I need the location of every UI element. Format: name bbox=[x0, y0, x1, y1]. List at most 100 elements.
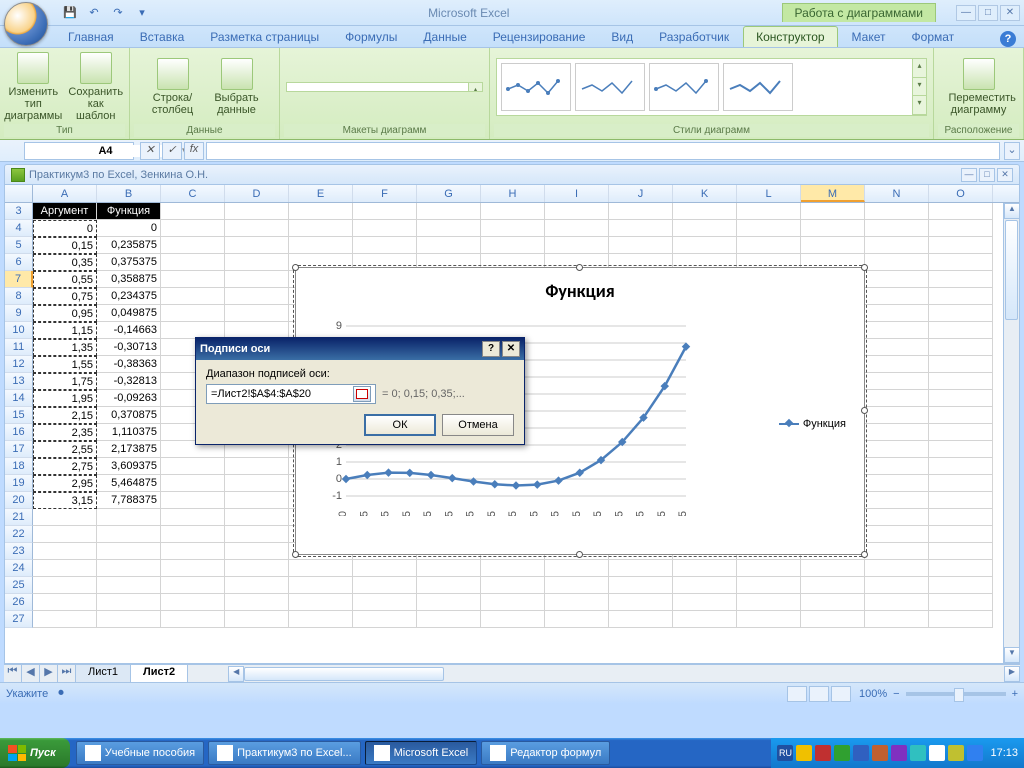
cell[interactable]: 2,55 bbox=[33, 441, 97, 458]
row-header[interactable]: 6 bbox=[5, 254, 33, 271]
cell[interactable] bbox=[865, 560, 929, 577]
row-header[interactable]: 3 bbox=[5, 203, 33, 220]
select-all-corner[interactable] bbox=[5, 185, 33, 202]
cell[interactable]: -0,09263 bbox=[97, 390, 161, 407]
cell[interactable] bbox=[673, 577, 737, 594]
chart-styles-gallery[interactable]: ▴▾▾ bbox=[496, 58, 927, 116]
cell[interactable] bbox=[161, 237, 225, 254]
row-header[interactable]: 13 bbox=[5, 373, 33, 390]
cell[interactable] bbox=[737, 560, 801, 577]
cell[interactable] bbox=[929, 271, 993, 288]
cell[interactable] bbox=[417, 237, 481, 254]
cell[interactable] bbox=[545, 203, 609, 220]
cell[interactable] bbox=[225, 305, 289, 322]
cell[interactable] bbox=[33, 543, 97, 560]
row-header[interactable]: 15 bbox=[5, 407, 33, 424]
cell[interactable] bbox=[225, 543, 289, 560]
cell[interactable] bbox=[929, 305, 993, 322]
cell[interactable] bbox=[161, 458, 225, 475]
fx-icon[interactable]: fx bbox=[184, 142, 204, 160]
zoom-out-icon[interactable]: − bbox=[893, 688, 899, 700]
first-sheet-icon[interactable]: ⏮ bbox=[4, 665, 22, 682]
cell[interactable] bbox=[33, 611, 97, 628]
cell[interactable] bbox=[161, 288, 225, 305]
cell[interactable] bbox=[929, 492, 993, 509]
cell[interactable] bbox=[929, 424, 993, 441]
cell[interactable] bbox=[417, 203, 481, 220]
cell[interactable] bbox=[865, 356, 929, 373]
cell[interactable] bbox=[545, 560, 609, 577]
cell[interactable] bbox=[161, 577, 225, 594]
cell[interactable] bbox=[801, 560, 865, 577]
last-sheet-icon[interactable]: ⏭ bbox=[58, 665, 76, 682]
cell[interactable] bbox=[801, 611, 865, 628]
cell[interactable] bbox=[673, 594, 737, 611]
cell[interactable] bbox=[865, 339, 929, 356]
cell[interactable] bbox=[161, 509, 225, 526]
cell[interactable] bbox=[161, 254, 225, 271]
cell[interactable]: 0 bbox=[33, 220, 97, 237]
cell[interactable] bbox=[609, 577, 673, 594]
cell[interactable] bbox=[865, 577, 929, 594]
vertical-scrollbar[interactable]: ▲▼ bbox=[1003, 203, 1019, 663]
cell[interactable] bbox=[865, 305, 929, 322]
cell[interactable] bbox=[161, 475, 225, 492]
horizontal-scrollbar[interactable]: ◀▶ bbox=[228, 665, 1020, 682]
qat-customize-icon[interactable]: ▾ bbox=[132, 3, 152, 23]
cell[interactable] bbox=[161, 492, 225, 509]
row-header[interactable]: 22 bbox=[5, 526, 33, 543]
chart-layouts-gallery[interactable]: ▴▾▾ bbox=[286, 82, 483, 92]
cell[interactable] bbox=[353, 220, 417, 237]
row-header[interactable]: 27 bbox=[5, 611, 33, 628]
cell[interactable]: 1,110375 bbox=[97, 424, 161, 441]
taskbar-item[interactable]: Учебные пособия bbox=[76, 741, 204, 765]
cell[interactable] bbox=[737, 237, 801, 254]
cell[interactable] bbox=[737, 594, 801, 611]
row-header[interactable]: 24 bbox=[5, 560, 33, 577]
cell[interactable] bbox=[865, 271, 929, 288]
redo-icon[interactable]: ↷ bbox=[108, 3, 128, 23]
cell[interactable] bbox=[97, 526, 161, 543]
col-header[interactable]: O bbox=[929, 185, 993, 202]
cell[interactable] bbox=[97, 611, 161, 628]
cell[interactable] bbox=[929, 322, 993, 339]
cell[interactable] bbox=[609, 594, 673, 611]
cell[interactable] bbox=[417, 220, 481, 237]
cell[interactable] bbox=[289, 560, 353, 577]
cell[interactable] bbox=[673, 220, 737, 237]
cell[interactable] bbox=[225, 288, 289, 305]
cell[interactable] bbox=[865, 611, 929, 628]
row-header[interactable]: 5 bbox=[5, 237, 33, 254]
cell[interactable]: 0,15 bbox=[33, 237, 97, 254]
col-header[interactable]: M bbox=[801, 185, 865, 202]
col-header[interactable]: A bbox=[33, 185, 97, 202]
tray-icon[interactable] bbox=[929, 745, 945, 761]
cell[interactable] bbox=[609, 611, 673, 628]
cell[interactable] bbox=[417, 611, 481, 628]
cell[interactable] bbox=[225, 271, 289, 288]
cell[interactable] bbox=[33, 594, 97, 611]
tab-Формулы[interactable]: Формулы bbox=[333, 27, 409, 47]
change-chart-type-button[interactable]: Изменить тип диаграммы bbox=[4, 52, 63, 122]
cell[interactable] bbox=[737, 577, 801, 594]
tray-icon[interactable] bbox=[872, 745, 888, 761]
cell[interactable] bbox=[609, 560, 673, 577]
cell[interactable] bbox=[737, 611, 801, 628]
tab-Рецензирование[interactable]: Рецензирование bbox=[481, 27, 598, 47]
cell[interactable] bbox=[353, 560, 417, 577]
cell[interactable]: 0,235875 bbox=[97, 237, 161, 254]
cell[interactable]: -0,38363 bbox=[97, 356, 161, 373]
cell[interactable] bbox=[929, 373, 993, 390]
cell[interactable] bbox=[865, 288, 929, 305]
cell[interactable] bbox=[225, 509, 289, 526]
cell[interactable] bbox=[929, 441, 993, 458]
cell[interactable]: 1,55 bbox=[33, 356, 97, 373]
help-icon[interactable]: ? bbox=[1000, 31, 1016, 47]
range-picker-icon[interactable] bbox=[353, 386, 371, 402]
tab-Макет[interactable]: Макет bbox=[840, 27, 898, 47]
cell[interactable]: 0,234375 bbox=[97, 288, 161, 305]
cell[interactable] bbox=[865, 424, 929, 441]
cell[interactable] bbox=[225, 526, 289, 543]
cell[interactable] bbox=[929, 458, 993, 475]
taskbar-item[interactable]: Редактор формул bbox=[481, 741, 610, 765]
